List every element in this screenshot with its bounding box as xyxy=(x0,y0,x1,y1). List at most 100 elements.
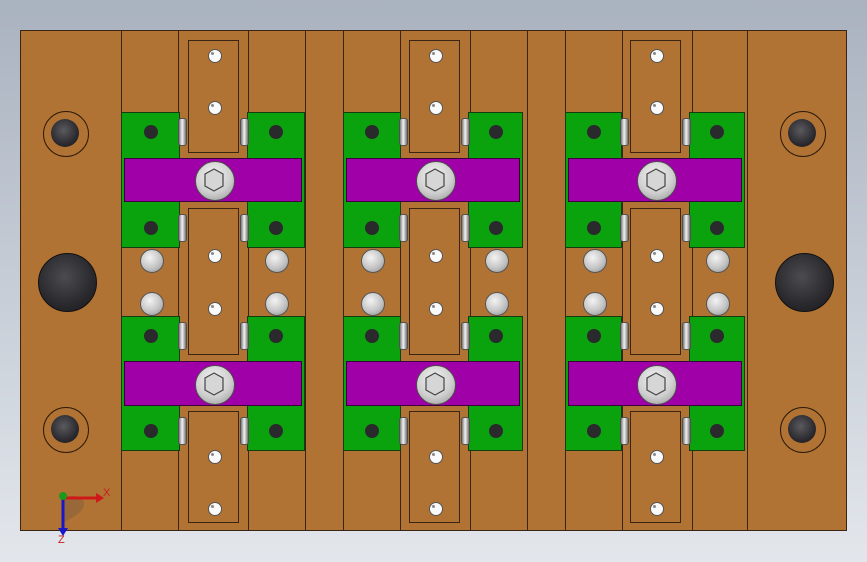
guide-roller xyxy=(620,322,629,350)
guide-roller xyxy=(399,214,408,242)
y-axis-indicator xyxy=(59,492,67,500)
rail-edge-line xyxy=(121,31,122,530)
locator-hole xyxy=(488,221,503,235)
slider-pin xyxy=(207,450,222,464)
guide-roller xyxy=(682,214,691,242)
counterbore-hole-bore xyxy=(51,119,79,147)
tooling-bolt[interactable] xyxy=(265,292,289,316)
locator-hole xyxy=(488,329,503,343)
locator-hole xyxy=(269,221,283,235)
locator-hole xyxy=(365,221,379,235)
slider-pin xyxy=(428,249,443,263)
locator-hole xyxy=(143,125,158,139)
tooling-bolt[interactable] xyxy=(361,292,385,316)
locator-hole xyxy=(586,221,601,235)
socket-head-screw[interactable] xyxy=(194,161,235,201)
mounting-hole[interactable] xyxy=(775,253,834,312)
locator-hole xyxy=(365,329,379,343)
slider-pin xyxy=(207,101,222,115)
locator-hole xyxy=(710,424,724,438)
counterbore-hole-bore xyxy=(788,415,816,443)
socket-head-screw[interactable] xyxy=(636,161,677,201)
guide-roller xyxy=(399,322,408,350)
locator-hole xyxy=(710,125,724,139)
slider-pin xyxy=(428,101,443,115)
rail-edge-line xyxy=(343,31,344,530)
slider-pin xyxy=(649,249,664,263)
locator-hole xyxy=(488,424,503,438)
locator-hole xyxy=(269,329,283,343)
slider-pin xyxy=(207,502,222,516)
rail-edge-line xyxy=(565,31,566,530)
guide-roller xyxy=(399,118,408,146)
locator-hole xyxy=(143,329,158,343)
guide-roller xyxy=(178,118,187,146)
tooling-bolt[interactable] xyxy=(484,249,509,273)
socket-head-screw[interactable] xyxy=(415,364,456,405)
guide-roller xyxy=(178,417,187,445)
locator-hole xyxy=(143,424,158,438)
tooling-bolt[interactable] xyxy=(265,249,289,273)
locator-hole xyxy=(586,125,601,139)
locator-hole xyxy=(365,125,379,139)
locator-hole xyxy=(586,424,601,438)
slider-pin xyxy=(207,49,222,63)
guide-roller xyxy=(461,417,470,445)
guide-roller xyxy=(620,214,629,242)
guide-roller xyxy=(682,417,691,445)
rail-edge-line xyxy=(178,31,179,530)
tooling-bolt[interactable] xyxy=(361,249,385,273)
slider-plate[interactable] xyxy=(188,208,239,355)
tooling-bolt[interactable] xyxy=(582,292,607,316)
counterbore-hole-bore xyxy=(788,119,816,147)
slider-pin xyxy=(649,101,664,115)
guide-roller xyxy=(178,322,187,350)
guide-roller xyxy=(240,214,249,242)
guide-roller xyxy=(682,118,691,146)
rail-edge-line xyxy=(692,31,693,530)
rail-edge-line xyxy=(248,31,249,530)
slider-plate[interactable] xyxy=(630,208,681,355)
slider-pin xyxy=(649,502,664,516)
tooling-bolt[interactable] xyxy=(706,292,730,316)
slider-pin xyxy=(428,49,443,63)
rail-edge-line xyxy=(400,31,401,530)
slider-pin xyxy=(649,450,664,464)
locator-hole xyxy=(269,125,283,139)
guide-roller xyxy=(461,322,470,350)
rail-edge-line xyxy=(527,31,528,530)
guide-roller xyxy=(682,322,691,350)
locator-hole xyxy=(710,329,724,343)
mounting-hole[interactable] xyxy=(38,253,97,312)
slider-plate[interactable] xyxy=(409,208,460,355)
rail-edge-line xyxy=(305,31,306,530)
guide-roller xyxy=(399,417,408,445)
locator-hole xyxy=(269,424,283,438)
guide-roller xyxy=(240,322,249,350)
socket-head-screw[interactable] xyxy=(194,364,235,405)
tooling-bolt[interactable] xyxy=(139,292,164,316)
guide-roller xyxy=(178,214,187,242)
guide-roller xyxy=(240,417,249,445)
locator-hole xyxy=(710,221,724,235)
rail-edge-line xyxy=(470,31,471,530)
socket-head-screw[interactable] xyxy=(636,364,677,405)
tooling-bolt[interactable] xyxy=(582,249,607,273)
slider-pin xyxy=(428,302,443,316)
slider-pin xyxy=(428,450,443,464)
rail-edge-line xyxy=(747,31,748,530)
locator-hole xyxy=(488,125,503,139)
tooling-bolt[interactable] xyxy=(139,249,164,273)
locator-hole xyxy=(365,424,379,438)
coordinate-triad: X Z xyxy=(58,487,111,544)
locator-hole xyxy=(143,221,158,235)
rail-edge-line xyxy=(622,31,623,530)
slider-pin xyxy=(207,302,222,316)
tooling-bolt[interactable] xyxy=(484,292,509,316)
guide-roller xyxy=(461,214,470,242)
socket-head-screw[interactable] xyxy=(415,161,456,201)
guide-roller xyxy=(620,417,629,445)
fixture-base-plate[interactable] xyxy=(20,30,847,531)
guide-roller xyxy=(620,118,629,146)
tooling-bolt[interactable] xyxy=(706,249,730,273)
